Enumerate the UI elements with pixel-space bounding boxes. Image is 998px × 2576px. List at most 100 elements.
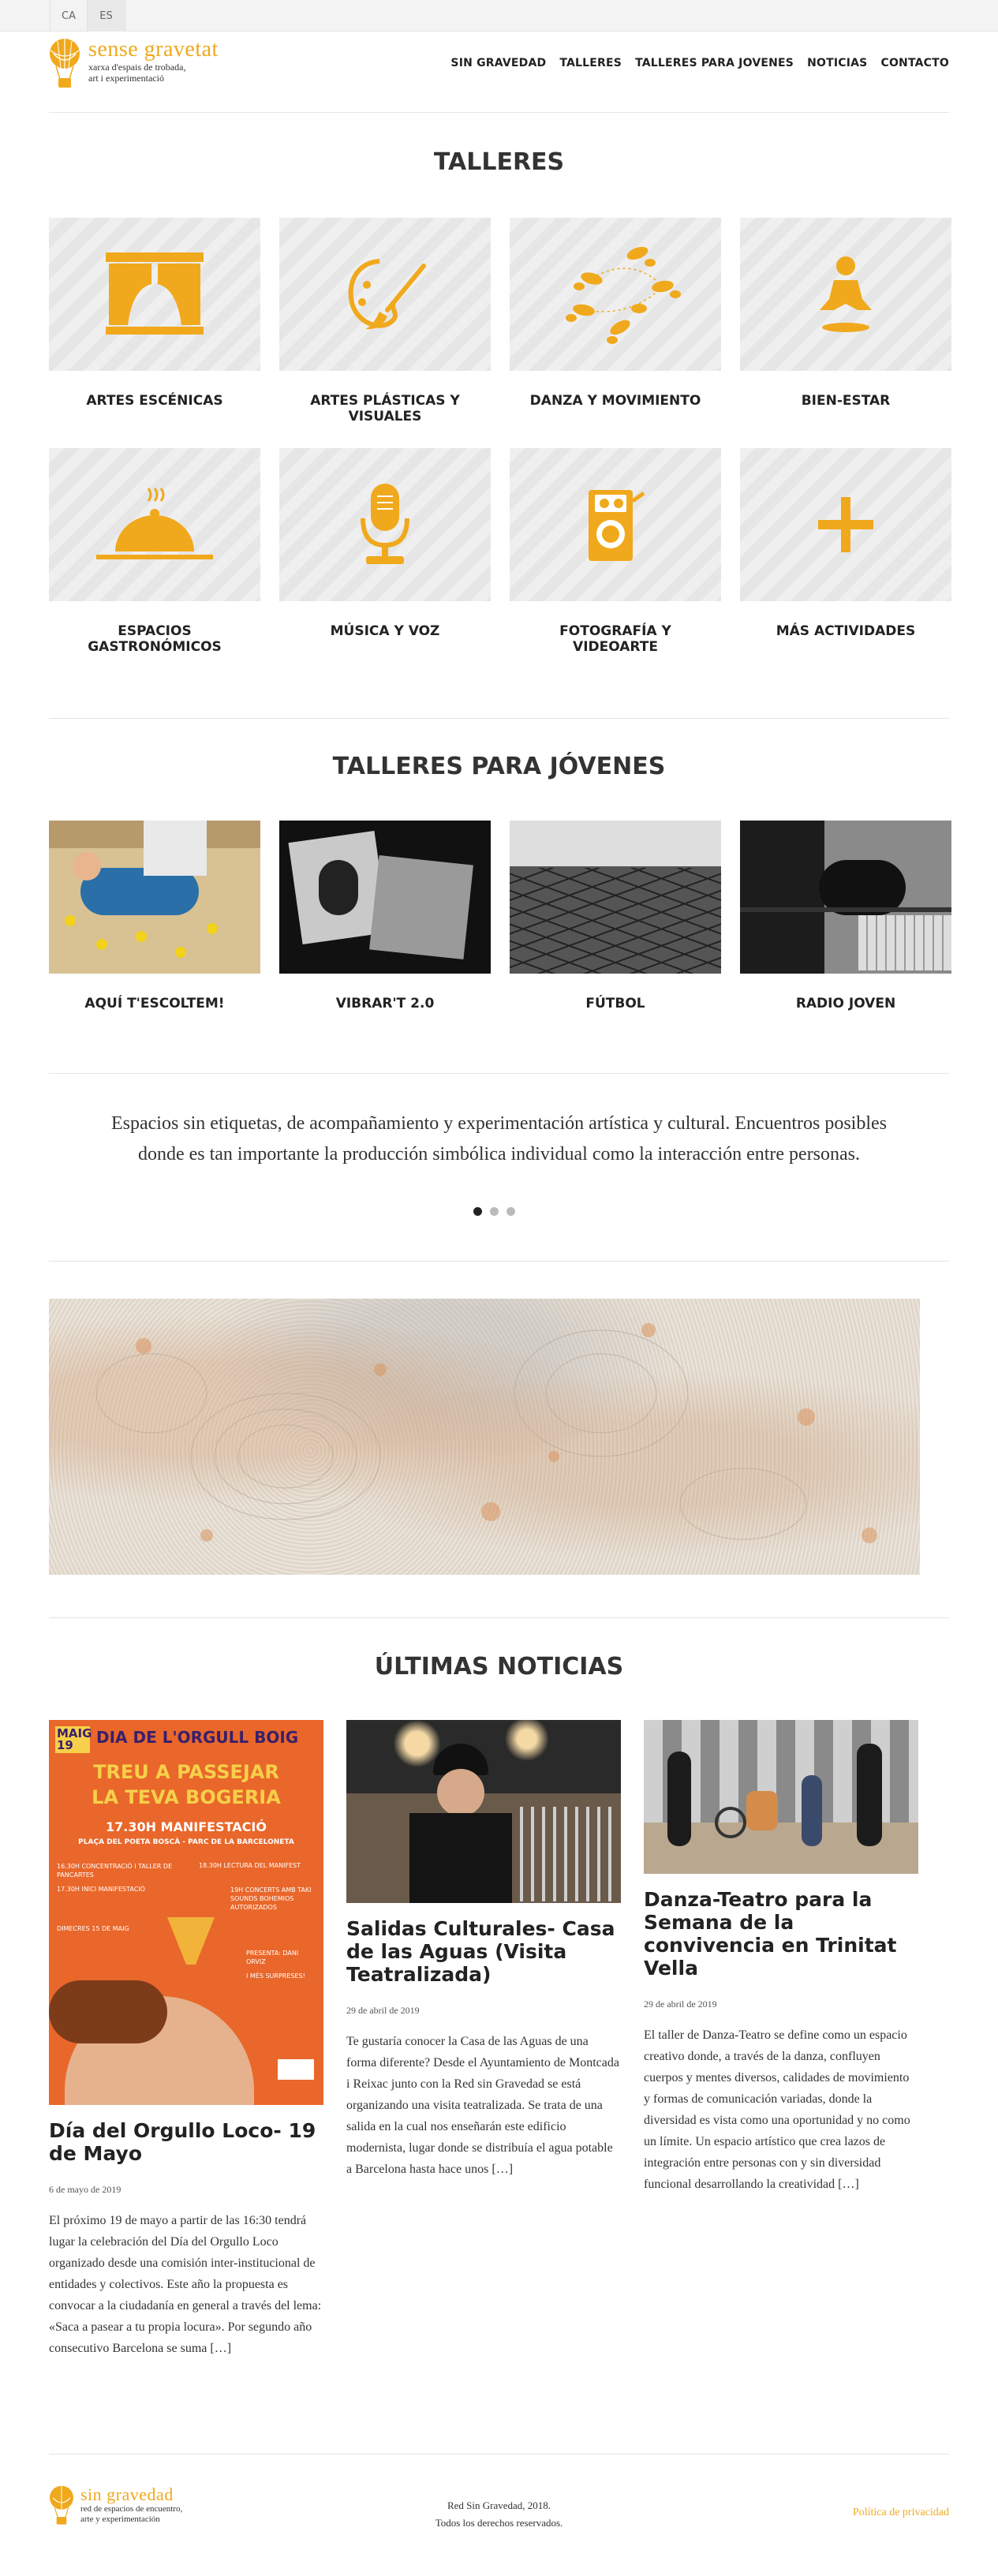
microphone-icon	[361, 484, 409, 564]
taller-label: DANZA Y MOVIMIENTO	[529, 393, 701, 409]
lang-es-button[interactable]: ES	[88, 0, 125, 32]
divider	[49, 1617, 949, 1618]
serving-cloche-icon	[96, 488, 213, 559]
taller-musica-voz[interactable]: MÚSICA Y VOZ	[279, 448, 491, 639]
nav-sin-gravedad[interactable]: SIN GRAVEDAD	[450, 57, 546, 69]
poster-schedule-left: 16.30H CONCENTRACIÓ I TALLER DE PANCARTE…	[57, 1863, 173, 1879]
news-title[interactable]: Danza-Teatro para la Semana de la conviv…	[644, 1888, 918, 1980]
slider-dot-3[interactable]	[506, 1207, 515, 1216]
poster-event: 17.30H MANIFESTACIÓ	[106, 1819, 267, 1834]
taller-bien-estar[interactable]: BIEN-ESTAR	[740, 218, 951, 409]
brand-tagline-1: xarxa d'espais de trobada,	[88, 62, 186, 73]
taller-label: ARTES ESCÉNICAS	[86, 393, 223, 409]
camera-icon	[589, 490, 645, 561]
taller-fotografia[interactable]: FOTOGRAFÍA Y VIDEOARTE	[510, 448, 721, 655]
taller-label: ARTES PLÁSTICAS Y VISUALES	[310, 393, 460, 424]
taller-label: MÚSICA Y VOZ	[330, 623, 440, 639]
slider-dot-2[interactable]	[490, 1207, 499, 1216]
poster-surprise: I MÉS SURPRESES!	[246, 1972, 305, 1980]
poster-date: MAIG 19	[55, 1726, 92, 1753]
news-card[interactable]: MAIG 19 DIA DE L'ORGULL BOIG TREU A PASS…	[49, 1720, 323, 2359]
brand-tagline-2: art i experimentació	[88, 73, 164, 84]
taller-mas-actividades[interactable]: MÁS ACTIVIDADES	[740, 448, 951, 639]
news-card[interactable]: Salidas Culturales- Casa de las Aguas (V…	[346, 1720, 621, 2180]
news-poster-image: MAIG 19 DIA DE L'ORGULL BOIG TREU A PASS…	[49, 1720, 323, 2105]
taller-artes-escenicas[interactable]: ARTES ESCÉNICAS	[49, 218, 260, 409]
joven-vibrart[interactable]: VIBRAR'T 2.0	[279, 821, 491, 1011]
slider-dot-1[interactable]	[473, 1207, 482, 1216]
news-title[interactable]: Salidas Culturales- Casa de las Aguas (V…	[346, 1917, 621, 1986]
balloon-logo-icon	[50, 39, 80, 88]
taller-label: BIEN-ESTAR	[801, 393, 891, 409]
news-date: 6 de mayo de 2019	[49, 2184, 121, 2195]
nav-contacto[interactable]: CONTACTO	[880, 57, 949, 69]
copyright-line-1: Red Sin Gravedad, 2018.	[447, 2499, 551, 2511]
photo-goal-net-bw	[510, 821, 721, 974]
noticias-title: ÚLTIMAS NOTICIAS	[374, 1653, 624, 1681]
joven-label: RADIO JOVEN	[795, 996, 896, 1011]
slider-dots	[473, 1207, 515, 1216]
talleres-title: TALLERES	[433, 148, 565, 176]
nav-talleres-jovenes[interactable]: TALLERES PARA JOVENES	[635, 57, 794, 69]
joven-radio[interactable]: RADIO JOVEN	[740, 821, 951, 1011]
jovenes-title: TALLERES PARA JÓVENES	[332, 753, 666, 780]
joven-label: VIBRAR'T 2.0	[335, 996, 435, 1011]
poster-place: PLAÇA DEL POETA BOSCÀ - PARC DE LA BARCE…	[78, 1838, 294, 1846]
meditation-icon	[820, 256, 872, 332]
poster-extra: DIMECRES 15 DE MAIG	[57, 1925, 129, 1932]
joven-label: AQUÍ T'ESCOLTEM!	[84, 996, 225, 1011]
poster-schedule-right: 18.30H LECTURA DEL MANIFEST	[199, 1862, 301, 1869]
taller-danza[interactable]: DANZA Y MOVIMIENTO	[510, 218, 721, 409]
copyright-line-2: Todos los derechos reservados.	[435, 2517, 563, 2529]
footer-brand-name: sin gravedad	[80, 2484, 174, 2504]
poster-schedule-left-2: 17.30H INICI MANIFESTACIÓ	[57, 1886, 145, 1893]
news-photo-casa-aguas	[346, 1720, 621, 1903]
joven-aqui-tescoltem[interactable]: AQUÍ T'ESCOLTEM!	[49, 821, 260, 1011]
taller-label: MÁS ACTIVIDADES	[776, 623, 916, 639]
mission-quote: Espacios sin etiquetas, de acompañamient…	[110, 1113, 888, 1165]
taller-artes-plasticas[interactable]: ARTES PLÁSTICAS Y VISUALES	[279, 218, 491, 424]
language-bar: CA ES	[0, 0, 998, 32]
poster-schedule-right-2: 19H CONCERTS AMB TAKI SOUNDS BOHEMIOS AU…	[230, 1886, 312, 1911]
brand-name: sense gravetat	[88, 37, 219, 62]
news-excerpt: El próximo 19 de mayo a partir de las 16…	[49, 2214, 322, 2355]
poster-slogan-2: LA TEVA BOGERIA	[92, 1786, 281, 1808]
footer-logo[interactable]: sin gravedad red de espacios de encuentr…	[49, 2485, 182, 2526]
joven-label: FÚTBOL	[585, 996, 645, 1011]
news-card[interactable]: Danza-Teatro para la Semana de la conviv…	[644, 1720, 918, 2195]
photo-dance-bw	[279, 821, 491, 974]
divider	[49, 718, 949, 719]
divider	[49, 112, 949, 113]
photo-kids-floor	[49, 821, 260, 974]
news-date: 29 de abril de 2019	[644, 1998, 717, 2010]
balloon-logo-icon	[50, 2485, 73, 2525]
divider	[49, 1073, 949, 1074]
taller-espacios-gastronomicos[interactable]: ESPACIOS GASTRONÓMICOS	[49, 448, 260, 655]
nav-noticias[interactable]: NOTICIAS	[807, 57, 867, 69]
lang-ca-button[interactable]: CA	[50, 0, 88, 32]
poster-headline: DIA DE L'ORGULL BOIG	[96, 1728, 299, 1747]
taller-label: FOTOGRAFÍA Y VIDEOARTE	[559, 623, 671, 655]
site-logo[interactable]: sense gravetat xarxa d'espais de trobada…	[49, 38, 219, 90]
theater-curtain-icon	[106, 252, 204, 335]
photo-radio-mic-bw	[740, 821, 951, 974]
taller-label: ESPACIOS GASTRONÓMICOS	[88, 623, 222, 655]
footer-copyright: Red Sin Gravedad, 2018. Todos los derech…	[394, 2497, 604, 2532]
plus-icon	[818, 497, 873, 552]
artwork-map-image	[49, 1299, 920, 1575]
news-excerpt: El taller de Danza-Teatro se define como…	[644, 2028, 910, 2191]
news-photo-danza-teatro	[644, 1720, 918, 1874]
main-nav: SIN GRAVEDAD TALLERES TALLERES PARA JOVE…	[450, 57, 949, 69]
privacy-policy-link[interactable]: Política de privacidad	[853, 2507, 949, 2519]
poster-presenta: PRESENTA: DANI ORVIZ	[246, 1950, 299, 1965]
poster-slogan-1: TREU A PASSEJAR	[93, 1761, 279, 1783]
nav-talleres[interactable]: TALLERES	[559, 57, 622, 69]
palette-brush-icon	[348, 259, 426, 330]
divider	[49, 1261, 949, 1262]
footer-tagline-1: red de espacios de encuentro,	[80, 2504, 183, 2514]
news-excerpt: Te gustaría conocer la Casa de las Aguas…	[346, 2035, 619, 2176]
footer-tagline-2: arte y experimentación	[80, 2514, 160, 2524]
joven-futbol[interactable]: FÚTBOL	[510, 821, 721, 1011]
news-title[interactable]: Día del Orgullo Loco- 19 de Mayo	[49, 2119, 323, 2165]
news-date: 29 de abril de 2019	[346, 2005, 420, 2016]
